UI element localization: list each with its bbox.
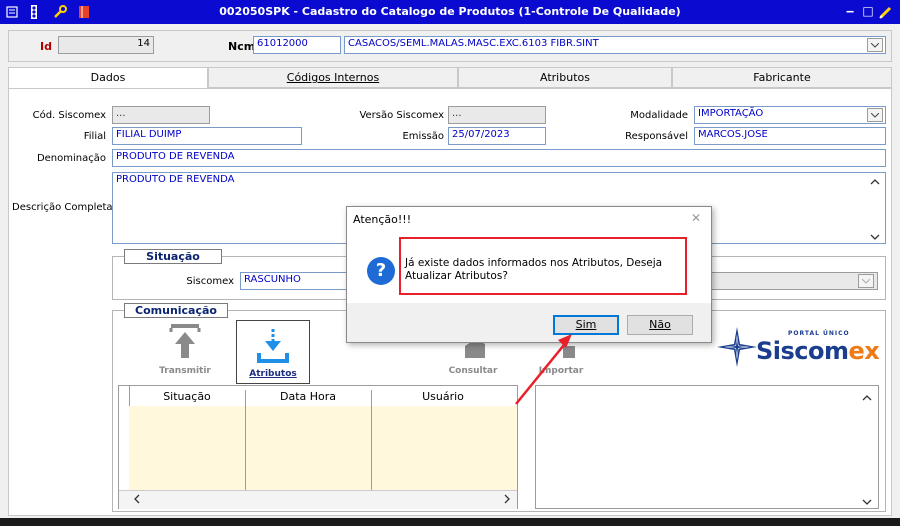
- tab-fabricante[interactable]: Fabricante: [672, 67, 892, 88]
- no-button[interactable]: Não: [627, 315, 693, 335]
- comunicacao-title: Comunicação: [124, 303, 228, 318]
- modalidade-label: Modalidade: [630, 110, 688, 121]
- modalidade-select[interactable]: IMPORTAÇÃO: [694, 106, 886, 124]
- grid-body: [129, 406, 517, 490]
- detail-list[interactable]: [535, 385, 879, 509]
- transmitir-button[interactable]: Transmitir: [148, 318, 222, 382]
- dialog-title: Atenção!!!: [353, 213, 412, 226]
- situacao-title: Situação: [124, 249, 222, 264]
- situacao-select[interactable]: [700, 272, 878, 290]
- tab-codigos-internos[interactable]: Códigos Internos: [208, 67, 458, 88]
- grid-col-situacao[interactable]: Situação: [129, 390, 246, 406]
- responsavel-label: Responsável: [625, 131, 688, 142]
- denominacao-field[interactable]: PRODUTO DE REVENDA: [112, 149, 886, 167]
- pencil-icon[interactable]: [878, 4, 894, 20]
- window-title: 002050SPK - Cadastro do Catalogo de Prod…: [219, 5, 681, 18]
- tab-dados[interactable]: Dados: [8, 67, 208, 89]
- importar-label: Importar: [538, 366, 584, 376]
- denominacao-label: Denominação: [36, 153, 106, 164]
- emissao-label: Emissão: [402, 131, 444, 142]
- grid-col-usuario[interactable]: Usuário: [371, 390, 515, 406]
- cod-siscomex-label: Cód. Siscomex: [32, 110, 106, 121]
- minimize-button[interactable]: ‒: [842, 4, 858, 18]
- descricao-label: Descrição Completa: [12, 202, 113, 213]
- responsavel-field[interactable]: MARCOS.JOSE: [694, 127, 886, 145]
- confirm-dialog: Atenção!!! ✕ ? Já existe dados informado…: [346, 206, 712, 343]
- taskbar-strip: [0, 518, 900, 526]
- portal-unico-text: PORTAL ÚNICO: [788, 330, 850, 337]
- yes-label: Sim: [575, 318, 597, 331]
- ncm-description-field[interactable]: CASACOS/SEML.MALAS.MASC.EXC.6103 FIBR.SI…: [344, 36, 886, 54]
- ncm-label: Ncm: [228, 40, 256, 53]
- tab-bar: Dados Códigos Internos Atributos Fabrica…: [8, 67, 892, 89]
- window-titlebar: 002050SPK - Cadastro do Catalogo de Prod…: [0, 0, 900, 24]
- chevron-down-icon: [871, 42, 879, 48]
- siscomex-wordmark: Siscomex: [756, 337, 880, 365]
- emissao-field[interactable]: 25/07/2023: [448, 127, 546, 145]
- scroll-up-icon[interactable]: [862, 392, 872, 405]
- scroll-down-icon[interactable]: [862, 496, 872, 509]
- dialog-message: Já existe dados informados nos Atributos…: [405, 257, 663, 282]
- yes-button[interactable]: Sim: [553, 315, 619, 335]
- grid-divider: [371, 406, 372, 490]
- scroll-left-icon[interactable]: [133, 494, 141, 507]
- situacao-dropdown-button[interactable]: [858, 274, 874, 288]
- scroll-down-icon[interactable]: [870, 231, 880, 244]
- grid-divider: [245, 406, 246, 490]
- grid-col-data-hora[interactable]: Data Hora: [245, 390, 372, 406]
- siscomex-wordmark-ex: ex: [848, 337, 880, 365]
- scroll-right-icon[interactable]: [503, 494, 511, 507]
- chevron-down-icon: [862, 278, 870, 284]
- compass-star-icon: [717, 327, 757, 367]
- filial-field[interactable]: FILIAL DUIMP: [112, 127, 302, 145]
- siscomex-situacao-field[interactable]: RASCUNHO: [240, 272, 350, 290]
- chevron-down-icon: [871, 112, 879, 118]
- consultar-label: Consultar: [448, 366, 498, 376]
- atributos-label: Atributos: [249, 369, 297, 379]
- siscomex-wordmark-main: Siscom: [756, 337, 849, 365]
- question-icon: ?: [367, 257, 395, 285]
- tab-atributos[interactable]: Atributos: [458, 67, 672, 88]
- ncm-dropdown-button[interactable]: [867, 38, 883, 52]
- dialog-close-button[interactable]: ✕: [691, 211, 701, 225]
- id-field[interactable]: 14: [58, 36, 154, 54]
- history-grid[interactable]: Situação Data Hora Usuário: [118, 385, 518, 509]
- grid-horizontal-scrollbar[interactable]: [119, 490, 517, 509]
- id-label: Id: [40, 40, 52, 53]
- ncm-field[interactable]: 61012000: [253, 36, 341, 54]
- versao-siscomex-label: Versão Siscomex: [359, 110, 444, 121]
- siscomex-logo: PORTAL ÚNICO Siscomex: [716, 326, 880, 370]
- modalidade-dropdown-button[interactable]: [867, 108, 883, 122]
- maximize-button[interactable]: □: [860, 4, 876, 18]
- upload-arrow-icon: [169, 324, 201, 358]
- scroll-up-icon[interactable]: [870, 176, 880, 189]
- download-tray-icon: [257, 329, 289, 363]
- filial-label: Filial: [83, 131, 106, 142]
- transmitir-label: Transmitir: [159, 366, 211, 376]
- versao-siscomex-field[interactable]: ...: [448, 106, 546, 124]
- atributos-button[interactable]: Atributos: [236, 320, 310, 384]
- cod-siscomex-field[interactable]: ...: [112, 106, 210, 124]
- siscomex-situacao-label: Siscomex: [186, 276, 234, 287]
- no-label: Não: [649, 318, 671, 331]
